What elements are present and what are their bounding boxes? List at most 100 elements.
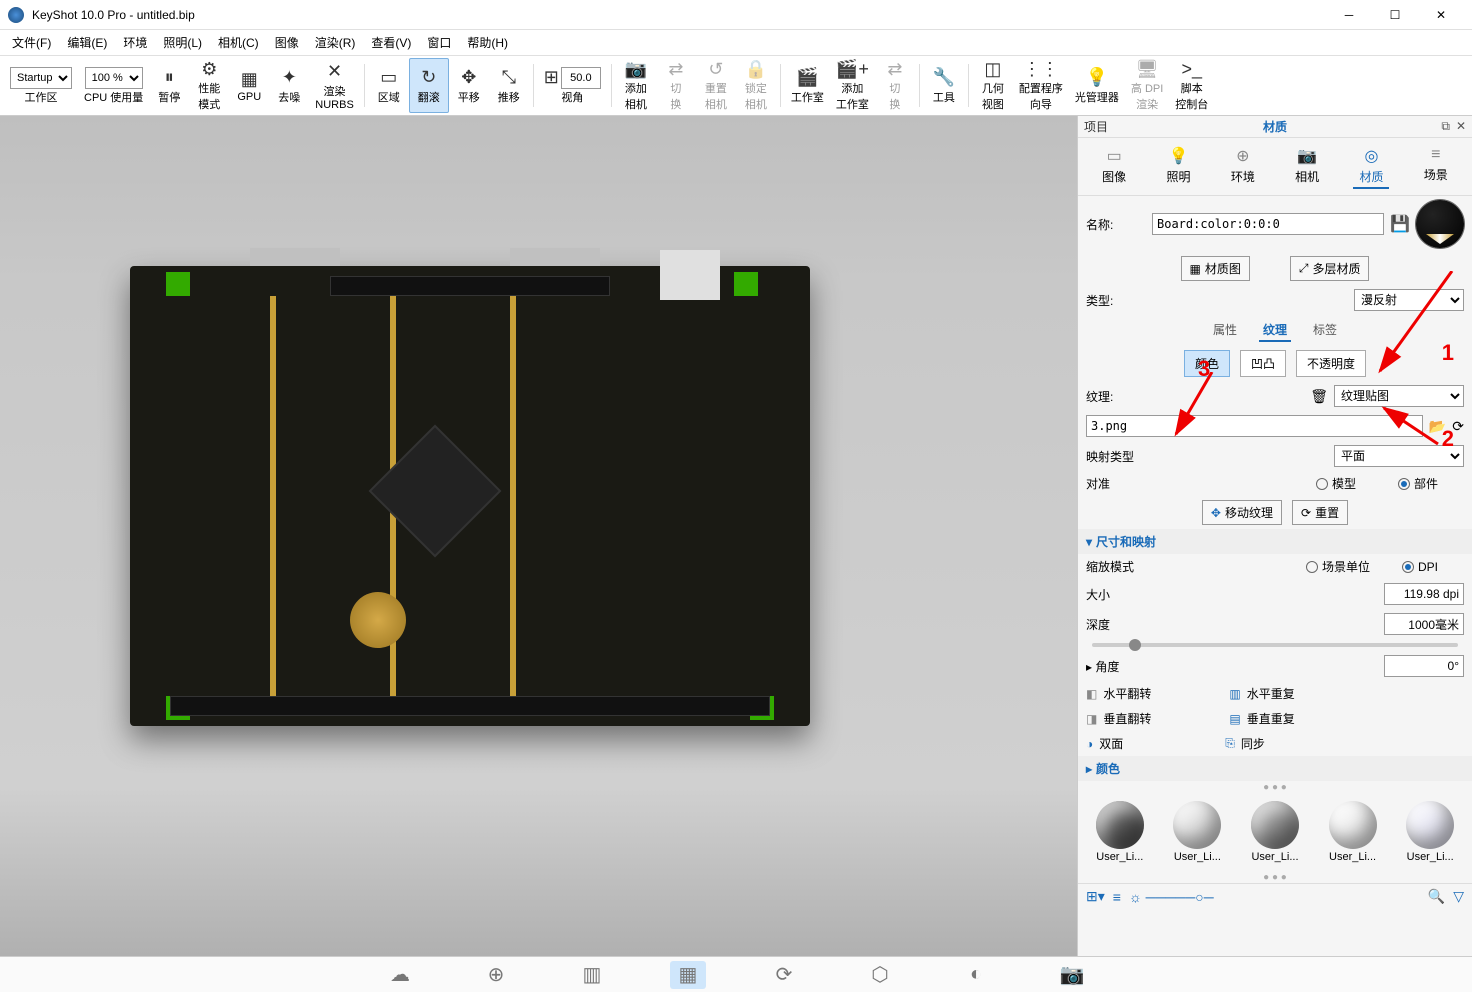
cloud-icon[interactable]: ☁: [382, 961, 418, 989]
menu-item[interactable]: 环境: [115, 30, 155, 55]
toolbar-去噪[interactable]: ✦去噪: [269, 58, 309, 113]
vflip-toggle[interactable]: 垂直翻转: [1103, 710, 1223, 727]
subtab-标签[interactable]: 标签: [1309, 319, 1341, 342]
subtab-属性[interactable]: 属性: [1209, 319, 1241, 342]
sync-toggle[interactable]: 同步: [1241, 735, 1265, 752]
camera-icon[interactable]: 📷: [1054, 961, 1090, 989]
name-input[interactable]: [1152, 213, 1384, 235]
color-section[interactable]: ▸ 颜色: [1078, 756, 1472, 781]
depth-input[interactable]: [1384, 613, 1464, 635]
subtab-纹理[interactable]: 纹理: [1259, 319, 1291, 342]
zoom-dropdown[interactable]: 100 %: [85, 67, 143, 89]
hrepeat-toggle[interactable]: 水平重复: [1247, 685, 1295, 702]
toolbar-翻滚[interactable]: ↻翻滚: [409, 58, 449, 113]
toolbar-暂停[interactable]: ⏸暂停: [149, 58, 189, 113]
tab-环境[interactable]: ⊕环境: [1225, 144, 1261, 189]
scale-mode-label: 缩放模式: [1086, 558, 1166, 575]
tab-图像[interactable]: ▭图像: [1096, 144, 1132, 189]
vrepeat-toggle[interactable]: 垂直重复: [1247, 710, 1295, 727]
maximize-button[interactable]: ☐: [1372, 0, 1418, 30]
vr-icon[interactable]: ⬡: [862, 961, 898, 989]
animation-icon[interactable]: ⟳: [766, 961, 802, 989]
toolbar-添加工作室[interactable]: 🎬+添加工作室: [830, 58, 875, 113]
pill-凹凸[interactable]: 凹凸: [1240, 350, 1286, 377]
minimize-button[interactable]: ─: [1326, 0, 1372, 30]
menu-item[interactable]: 文件(F): [4, 30, 59, 55]
angle-label: ▸ 角度: [1086, 658, 1119, 675]
toolbar-视角[interactable]: ⊞视角: [538, 58, 607, 113]
toolbar-锁定相机: 🔒锁定相机: [736, 58, 776, 113]
type-dropdown[interactable]: 漫反射: [1354, 289, 1464, 311]
drag-handle[interactable]: ● ● ●: [1078, 781, 1472, 793]
panel-tabs: ▭图像 💡照明 ⊕环境 📷相机 ◎材质 ≡场景: [1078, 138, 1472, 196]
toolbar-配置程序向导[interactable]: ⋮⋮配置程序向导: [1013, 58, 1069, 113]
menu-item[interactable]: 帮助(H): [459, 30, 516, 55]
grid-view-icon[interactable]: ⊞▾: [1086, 888, 1105, 905]
toolbar-工作室[interactable]: 🎬工作室: [785, 58, 830, 113]
toolbar-性能模式[interactable]: ⚙性能模式: [189, 58, 229, 113]
toolbar-GPU[interactable]: ▦GPU: [229, 58, 269, 113]
depth-slider[interactable]: [1092, 643, 1458, 647]
library-icon[interactable]: ▥: [574, 961, 610, 989]
brightness-icon[interactable]: ☼ ─────○─: [1129, 889, 1214, 905]
texture-file-input[interactable]: [1086, 415, 1423, 437]
list-view-icon[interactable]: ≡: [1113, 889, 1121, 905]
hflip-toggle[interactable]: 水平翻转: [1103, 685, 1223, 702]
reset-button[interactable]: ⟳重置: [1292, 500, 1348, 525]
tab-材质[interactable]: ◎材质: [1353, 144, 1389, 189]
twosided-toggle[interactable]: 双面: [1099, 735, 1219, 752]
import-icon[interactable]: ⊕: [478, 961, 514, 989]
dpi-radio[interactable]: DPI: [1402, 560, 1438, 574]
viewport[interactable]: [0, 116, 1077, 956]
swatch[interactable]: User_Li...: [1321, 801, 1385, 863]
swatch[interactable]: User_Li...: [1243, 801, 1307, 863]
align-part-radio[interactable]: 部件: [1398, 475, 1438, 492]
toolbar-推移[interactable]: ⤡推移: [489, 58, 529, 113]
pcb-render: [130, 266, 810, 726]
menu-item[interactable]: 相机(C): [210, 30, 267, 55]
menu-item[interactable]: 查看(V): [363, 30, 419, 55]
texture-type-dropdown[interactable]: 纹理贴图: [1334, 385, 1464, 407]
size-input[interactable]: [1384, 583, 1464, 605]
render-icon[interactable]: ◐: [958, 961, 994, 989]
delete-texture-icon[interactable]: 🗑: [1310, 388, 1328, 405]
project-icon[interactable]: ▦: [670, 961, 706, 989]
menu-item[interactable]: 照明(L): [155, 30, 210, 55]
toolbar-脚本控制台[interactable]: >_脚本控制台: [1169, 58, 1214, 113]
material-graph-button[interactable]: ▦ 材质图: [1181, 256, 1250, 281]
menu-item[interactable]: 图像: [267, 30, 307, 55]
toolbar-几何视图[interactable]: ◫几何视图: [973, 58, 1013, 113]
toolbar-渲染NURBS[interactable]: ✕渲染NURBS: [309, 58, 360, 113]
tab-照明[interactable]: 💡照明: [1160, 144, 1196, 189]
toolbar-平移[interactable]: ✥平移: [449, 58, 489, 113]
multi-material-button[interactable]: ⤢ 多层材质: [1290, 256, 1370, 281]
scene-units-radio[interactable]: 场景单位: [1306, 558, 1370, 575]
move-texture-button[interactable]: ✥移动纹理: [1202, 500, 1282, 525]
tab-相机[interactable]: 📷相机: [1289, 144, 1325, 189]
align-model-radio[interactable]: 模型: [1316, 475, 1356, 492]
toolbar-添加相机[interactable]: 📷添加相机: [616, 58, 656, 113]
toolbar-区域[interactable]: ▭区域: [369, 58, 409, 113]
angle-input[interactable]: [1384, 655, 1464, 677]
swatch[interactable]: User_Li...: [1165, 801, 1229, 863]
save-icon[interactable]: 💾: [1390, 214, 1410, 234]
size-section[interactable]: ▾ 尺寸和映射: [1078, 529, 1472, 554]
toolbar-切换: ⇄切换: [875, 58, 915, 113]
drag-handle-2[interactable]: ● ● ●: [1078, 871, 1472, 883]
depth-label: 深度: [1086, 616, 1146, 633]
pill-不透明度[interactable]: 不透明度: [1296, 350, 1366, 377]
close-button[interactable]: ✕: [1418, 0, 1464, 30]
filter-icon[interactable]: ▽: [1453, 888, 1464, 905]
toolbar-工具[interactable]: 🔧工具: [924, 58, 964, 113]
swatch[interactable]: User_Li...: [1088, 801, 1152, 863]
startup-dropdown[interactable]: Startup: [10, 67, 72, 89]
tab-场景[interactable]: ≡场景: [1418, 144, 1454, 189]
swatch[interactable]: User_Li...: [1398, 801, 1462, 863]
menu-item[interactable]: 编辑(E): [59, 30, 115, 55]
menu-item[interactable]: 窗口: [419, 30, 459, 55]
toolbar-光管理器[interactable]: 💡光管理器: [1069, 58, 1125, 113]
annotation-1: 1: [1442, 340, 1454, 366]
search-icon[interactable]: 🔍: [1428, 888, 1445, 905]
refresh-icon[interactable]: ⟳: [1452, 418, 1464, 435]
menu-item[interactable]: 渲染(R): [307, 30, 364, 55]
